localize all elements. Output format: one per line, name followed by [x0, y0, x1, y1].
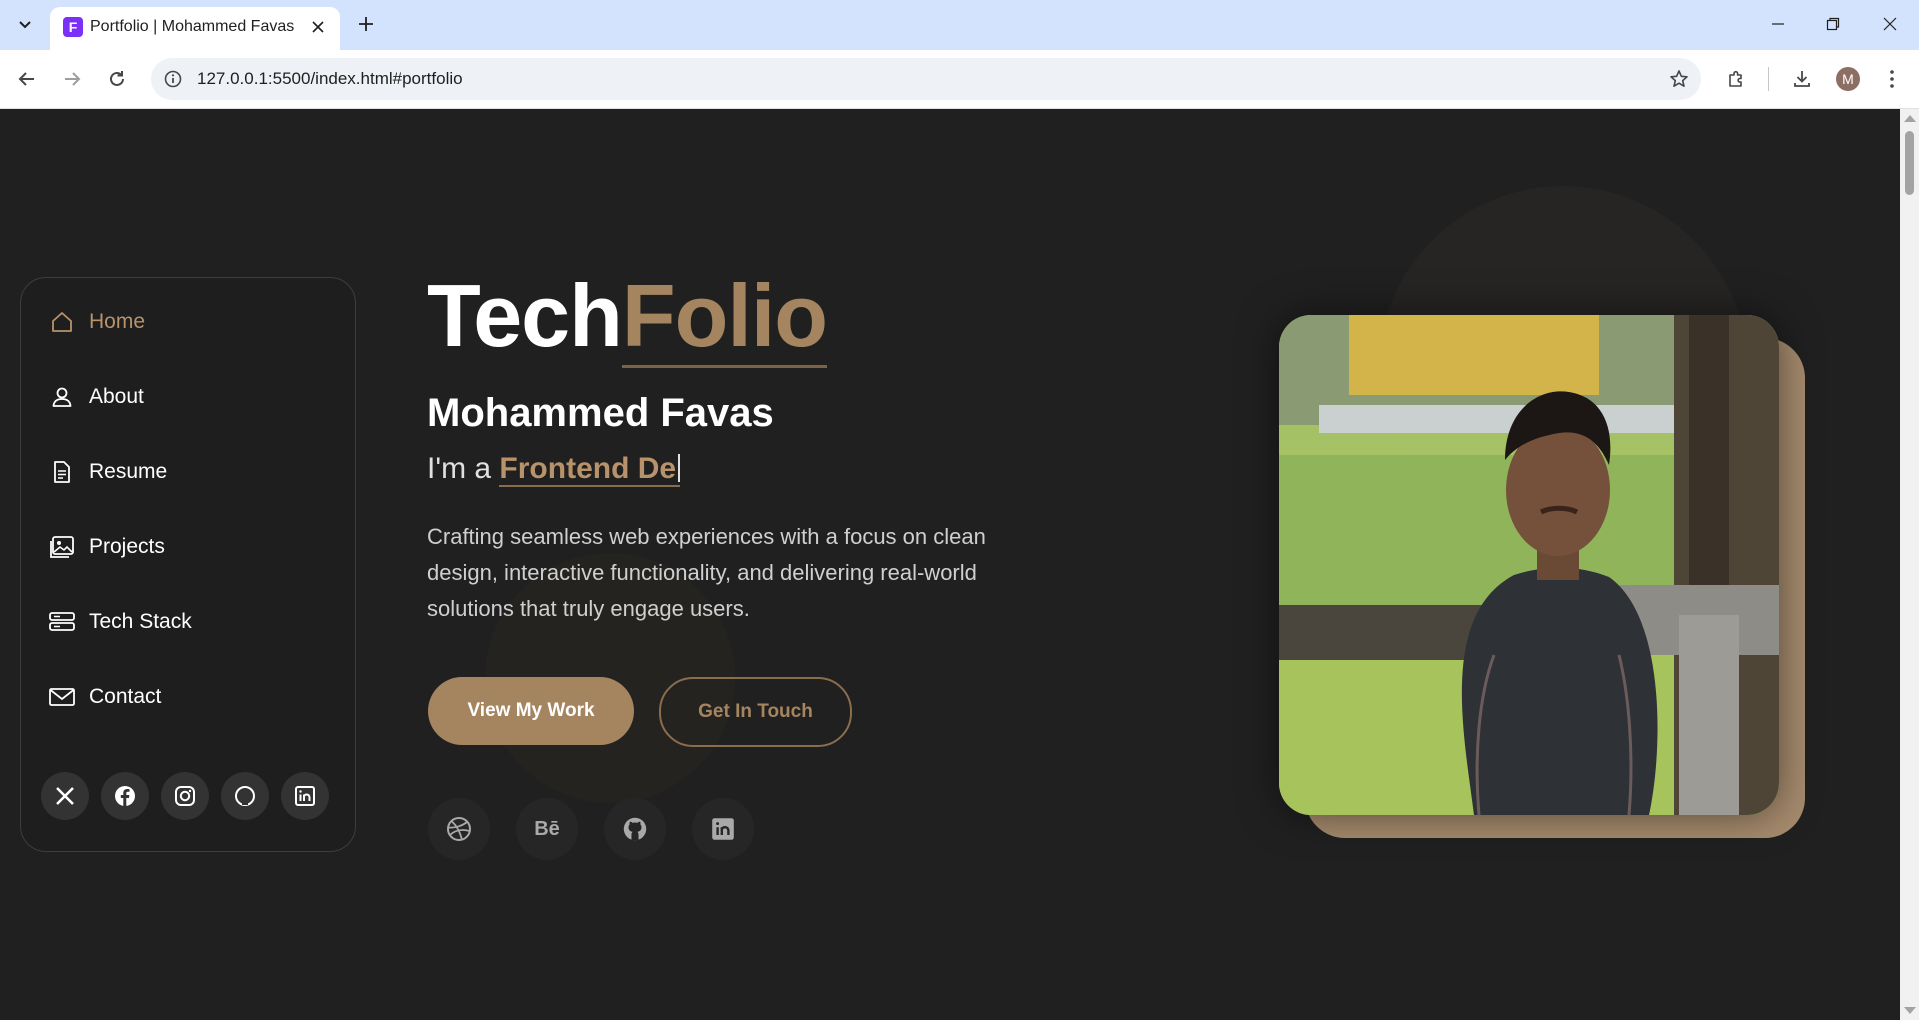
envelope-icon [49, 684, 75, 710]
x-icon[interactable] [41, 772, 89, 820]
extensions-button[interactable] [1720, 63, 1752, 95]
close-window-button[interactable] [1870, 10, 1910, 38]
kebab-menu-icon [1890, 70, 1894, 88]
forward-button[interactable] [56, 63, 88, 95]
sidebar-item-label: Resume [89, 460, 168, 483]
arrow-left-icon [18, 72, 34, 86]
downloads-button[interactable] [1786, 63, 1818, 95]
linkedin-icon[interactable] [692, 798, 754, 860]
download-icon [1794, 71, 1810, 87]
close-icon [1883, 17, 1897, 31]
minimize-button[interactable] [1758, 10, 1798, 38]
toolbar-separator [1768, 67, 1769, 91]
back-button[interactable] [11, 63, 43, 95]
facebook-icon[interactable] [101, 772, 149, 820]
star-icon [1670, 70, 1688, 87]
reload-button[interactable] [101, 63, 133, 95]
linkedin-icon[interactable] [281, 772, 329, 820]
page-scrollbar[interactable] [1900, 109, 1919, 1020]
sidebar-item-label: Home [89, 310, 146, 333]
scroll-up-arrow-icon[interactable] [1904, 115, 1916, 122]
profile-photo [1279, 315, 1779, 815]
sidebar-item-label: Tech Stack [89, 610, 192, 633]
tab-title: Portfolio | Mohammed Favas [90, 18, 295, 35]
brand-part-tech: Tech [427, 266, 623, 365]
image-icon [49, 534, 75, 560]
behance-glyph: Bē [534, 817, 560, 840]
page-viewport: Home About Resume Projects Tech Stack Co… [0, 109, 1900, 1020]
favicon-icon: F [63, 17, 83, 37]
home-icon [49, 309, 75, 335]
address-bar[interactable]: 127.0.0.1:5500/index.html#portfolio [151, 58, 1701, 100]
scrollbar-thumb[interactable] [1905, 131, 1914, 195]
profile-avatar[interactable]: M [1836, 67, 1860, 91]
browser-menu-button[interactable] [1876, 63, 1908, 95]
sidebar-item-label: About [89, 385, 144, 408]
document-icon [49, 459, 75, 485]
tab-close-button[interactable] [308, 17, 328, 37]
hero-icon-links: Bē [428, 798, 754, 860]
site-info-icon[interactable] [163, 69, 183, 89]
hero-description: Crafting seamless web experiences with a… [427, 524, 986, 621]
restore-icon [1826, 17, 1840, 31]
chevron-down-icon [19, 21, 31, 29]
puzzle-icon [1729, 70, 1742, 87]
new-tab-button[interactable] [354, 12, 378, 36]
browser-tab-bar: F Portfolio | Mohammed Favas [0, 0, 1919, 50]
sidebar-item-resume[interactable]: Resume [49, 452, 309, 492]
close-icon [312, 21, 324, 33]
sidebar-item-about[interactable]: About [49, 377, 309, 417]
brand-logo: TechFolio [427, 266, 828, 368]
role-typed-text: Frontend De [499, 452, 681, 487]
behance-icon[interactable]: Bē [516, 798, 578, 860]
sidebar-item-label: Contact [89, 685, 162, 708]
restore-button[interactable] [1813, 10, 1853, 38]
server-icon [49, 609, 75, 635]
sidebar-nav: Home About Resume Projects Tech Stack Co… [20, 277, 356, 852]
reload-icon [110, 71, 124, 86]
instagram-icon[interactable] [161, 772, 209, 820]
bookmark-star-button[interactable] [1667, 67, 1691, 91]
sidebar-item-label: Projects [89, 535, 165, 558]
hero-name: Mohammed Favas [427, 391, 774, 435]
github-icon[interactable] [604, 798, 666, 860]
role-prefix: I'm a [427, 452, 500, 485]
sidebar-item-projects[interactable]: Projects [49, 527, 309, 567]
sidebar-item-home[interactable]: Home [49, 302, 309, 342]
dribbble-icon[interactable] [428, 798, 490, 860]
browser-tab[interactable]: F Portfolio | Mohammed Favas [50, 7, 340, 50]
brand-part-folio: Folio [621, 266, 828, 368]
plus-icon [359, 17, 373, 31]
view-my-work-button[interactable]: View My Work [428, 677, 634, 745]
get-in-touch-button[interactable]: Get In Touch [659, 677, 852, 747]
sidebar-social-links [41, 772, 329, 820]
browser-toolbar: 127.0.0.1:5500/index.html#portfolio [0, 50, 1919, 109]
scroll-down-arrow-icon[interactable] [1904, 1007, 1916, 1014]
sidebar-item-contact[interactable]: Contact [49, 677, 309, 717]
hero-role: I'm a Frontend De [427, 452, 681, 487]
url-text[interactable]: 127.0.0.1:5500/index.html#portfolio [197, 69, 463, 89]
sidebar-item-tech-stack[interactable]: Tech Stack [49, 602, 309, 642]
user-icon [49, 384, 75, 410]
github-icon[interactable] [221, 772, 269, 820]
arrow-right-icon [65, 72, 81, 86]
tab-search-button[interactable] [10, 11, 40, 39]
minimize-icon [1772, 23, 1784, 25]
